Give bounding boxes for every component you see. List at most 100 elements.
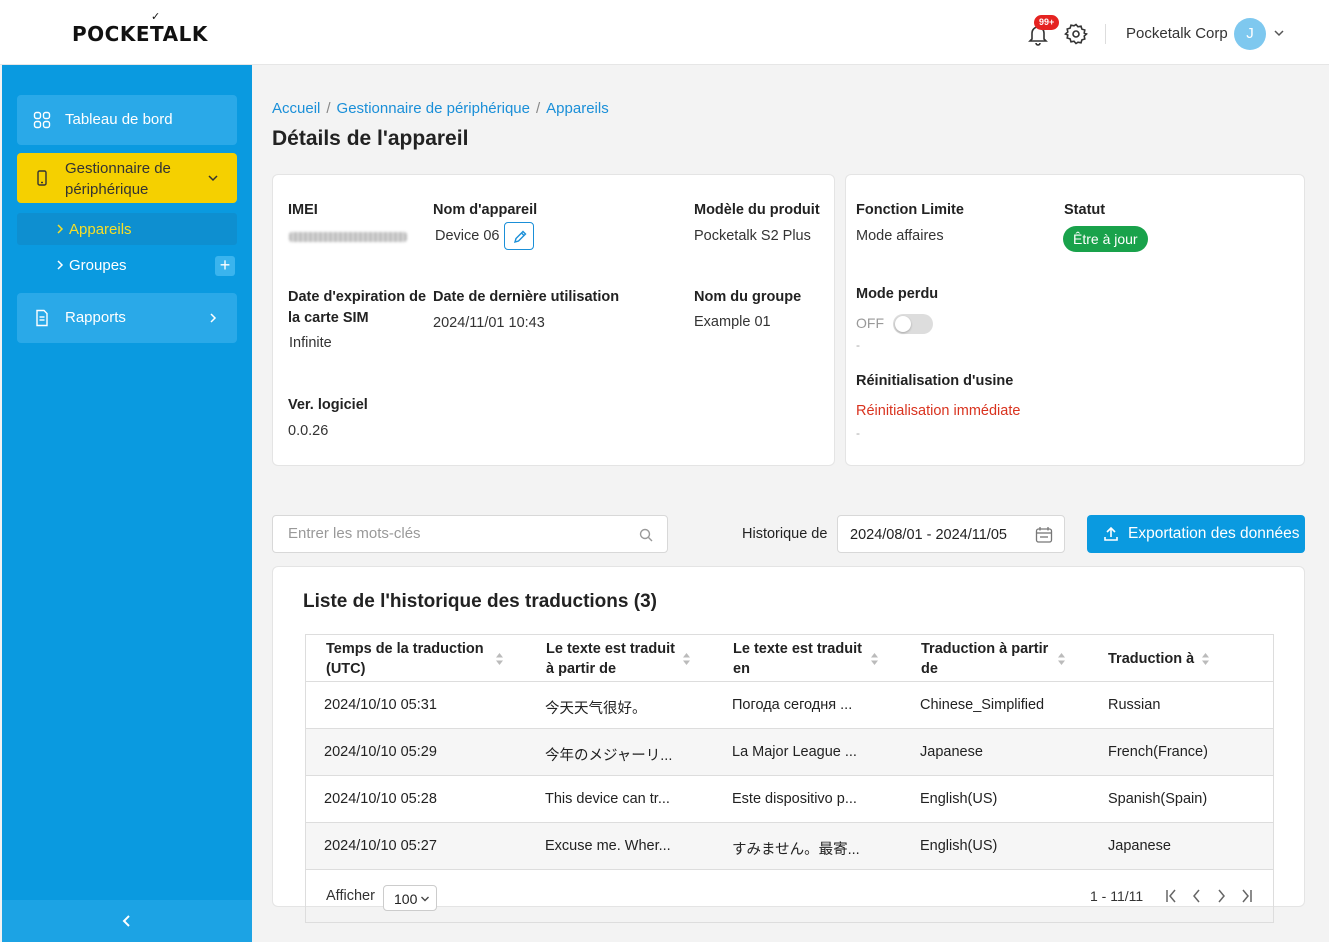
- lost-mode-toggle[interactable]: [893, 314, 933, 334]
- cell-target-text: La Major League ...: [732, 744, 857, 760]
- dashboard-icon: [33, 111, 51, 129]
- table-row[interactable]: 2024/10/10 05:28 This device can tr... E…: [306, 776, 1273, 823]
- cell-target-language: Russian: [1108, 697, 1161, 713]
- pocketalk-logo[interactable]: POCKETALK: [72, 22, 208, 46]
- sidebar-item-device-manager[interactable]: Gestionnaire de périphérique: [17, 153, 237, 203]
- pagination-bar: Afficher 100 1 - 11/11: [306, 871, 1273, 923]
- column-header-target-language[interactable]: Traduction à: [1108, 649, 1194, 669]
- header-divider: [1105, 24, 1106, 44]
- first-page-icon[interactable]: [1164, 887, 1180, 905]
- search-field[interactable]: [272, 515, 668, 553]
- history-card: Liste de l'historique des traductions (3…: [272, 566, 1305, 923]
- lost-mode-state: OFF: [856, 315, 884, 331]
- phone-icon: [37, 170, 47, 186]
- chevron-right-icon: [57, 260, 64, 270]
- company-name[interactable]: Pocketalk Corp: [1126, 25, 1228, 42]
- date-range-picker[interactable]: 2024/08/01 - 2024/11/05: [837, 515, 1065, 553]
- cell-source-text: 今天天气很好。: [545, 701, 647, 717]
- column-header-source-language[interactable]: Traduction à partir de: [921, 639, 1061, 679]
- device-name-label: Nom d'appareil: [433, 202, 538, 218]
- table-row[interactable]: 2024/10/10 05:29 今年のメジャーリ... La Major Le…: [306, 729, 1273, 776]
- sort-icon[interactable]: [870, 652, 879, 666]
- calendar-icon[interactable]: [1035, 526, 1053, 544]
- factory-reset-sub: -: [856, 426, 860, 440]
- export-data-button[interactable]: Exportation des données: [1087, 515, 1305, 553]
- sidebar: Tableau de bord Gestionnaire de périphér…: [2, 65, 252, 942]
- per-page-select[interactable]: 100: [383, 885, 437, 911]
- notification-badge: 99+: [1034, 15, 1060, 30]
- sidebar-item-label: Rapports: [65, 309, 126, 326]
- column-header-time[interactable]: Temps de la traduction (UTC): [326, 639, 491, 679]
- table-row[interactable]: 2024/10/10 05:27 Excuse me. Wher... すみませ…: [306, 823, 1273, 870]
- factory-reset-label: Réinitialisation d'usine: [856, 373, 1014, 389]
- model-value: Pocketalk S2 Plus: [694, 228, 811, 244]
- table-row[interactable]: 2024/10/10 05:31 今天天气很好。 Погода сегодня …: [306, 682, 1273, 729]
- chevron-down-icon: [421, 896, 429, 902]
- cell-time: 2024/10/10 05:27: [324, 838, 437, 854]
- search-input[interactable]: [288, 525, 628, 542]
- per-page-value: 100: [394, 891, 418, 907]
- search-icon[interactable]: [639, 528, 653, 542]
- function-card: Fonction Limite Mode affaires Statut Êtr…: [845, 174, 1305, 466]
- software-version-label: Ver. logiciel: [288, 397, 368, 413]
- column-header-source-text[interactable]: Le texte est traduit à partir de: [546, 639, 686, 679]
- sort-icon[interactable]: [1201, 652, 1210, 666]
- cell-source-text: This device can tr...: [545, 791, 670, 807]
- chevron-left-icon: [122, 915, 130, 927]
- avatar[interactable]: J: [1234, 18, 1266, 50]
- last-page-icon[interactable]: [1238, 887, 1254, 905]
- previous-page-icon[interactable]: [1189, 887, 1205, 905]
- model-label: Modèle du produit: [694, 202, 820, 218]
- cell-target-text: Este dispositivo p...: [732, 791, 857, 807]
- breadcrumb-home[interactable]: Accueil: [272, 100, 320, 117]
- page-range: 1 - 11/11: [1090, 888, 1144, 904]
- sidebar-item-dashboard[interactable]: Tableau de bord: [17, 95, 237, 145]
- history-table-title: Liste de l'historique des traductions (3…: [303, 591, 657, 612]
- chevron-right-icon: [210, 313, 217, 323]
- gear-icon[interactable]: [1064, 22, 1088, 46]
- sort-icon[interactable]: [1057, 652, 1066, 666]
- device-info-card: IMEI Nom d'appareil Device 06 Modèle du …: [272, 174, 835, 466]
- cell-target-text: Погода сегодня ...: [732, 697, 853, 713]
- cell-target-language: Spanish(Spain): [1108, 791, 1208, 807]
- group-name-value: Example 01: [694, 314, 771, 330]
- cell-target-text: すみません。最寄...: [732, 842, 860, 858]
- sidebar-collapse-button[interactable]: [2, 900, 252, 942]
- next-page-icon[interactable]: [1213, 887, 1229, 905]
- sort-icon[interactable]: [682, 652, 691, 666]
- sim-expiry-label: Date d'expiration de la carte SIM: [288, 289, 427, 326]
- column-header-target-text[interactable]: Le texte est traduit en: [733, 639, 873, 679]
- status-badge: Être à jour: [1063, 226, 1148, 252]
- top-bar: POCKETALK 99+ Pocketalk Corp J: [0, 0, 1329, 65]
- sidebar-item-groups[interactable]: Groupes +: [17, 249, 237, 281]
- history-table: Temps de la traduction (UTC) Le texte es…: [305, 634, 1274, 923]
- cell-source-text: Excuse me. Wher...: [545, 838, 671, 854]
- breadcrumb-current[interactable]: Appareils: [546, 100, 609, 117]
- cell-time: 2024/10/10 05:31: [324, 697, 437, 713]
- date-range-value: 2024/08/01 - 2024/11/05: [850, 527, 1007, 543]
- sidebar-item-devices[interactable]: Appareils: [17, 213, 237, 245]
- add-group-button[interactable]: +: [215, 256, 235, 276]
- cell-target-language: Japanese: [1108, 838, 1171, 854]
- software-version-value: 0.0.26: [288, 423, 329, 439]
- history-label: Historique de: [742, 526, 828, 542]
- sort-icon[interactable]: [495, 652, 504, 666]
- breadcrumb-section[interactable]: Gestionnaire de périphérique: [337, 100, 530, 117]
- chevron-right-icon: [57, 224, 64, 234]
- edit-name-button[interactable]: [504, 222, 534, 250]
- last-use-label: Date de dernière utilisation: [433, 289, 620, 305]
- sidebar-item-label: Appareils: [69, 221, 132, 238]
- group-name-label: Nom du groupe: [694, 289, 802, 305]
- sim-expiry-value: Infinite: [289, 335, 332, 351]
- pencil-icon: [513, 230, 527, 244]
- chevron-down-icon: [208, 175, 218, 182]
- table-header: Temps de la traduction (UTC) Le texte es…: [306, 635, 1273, 682]
- lost-mode-sub: -: [856, 338, 860, 352]
- cell-source-language: Japanese: [920, 744, 983, 760]
- imei-label: IMEI: [288, 202, 318, 218]
- sidebar-item-label: Gestionnaire de périphérique: [65, 160, 171, 198]
- cell-source-language: English(US): [920, 791, 998, 807]
- chevron-down-icon[interactable]: [1272, 26, 1286, 40]
- sidebar-item-reports[interactable]: Rapports: [17, 293, 237, 343]
- factory-reset-link[interactable]: Réinitialisation immédiate: [856, 403, 1020, 419]
